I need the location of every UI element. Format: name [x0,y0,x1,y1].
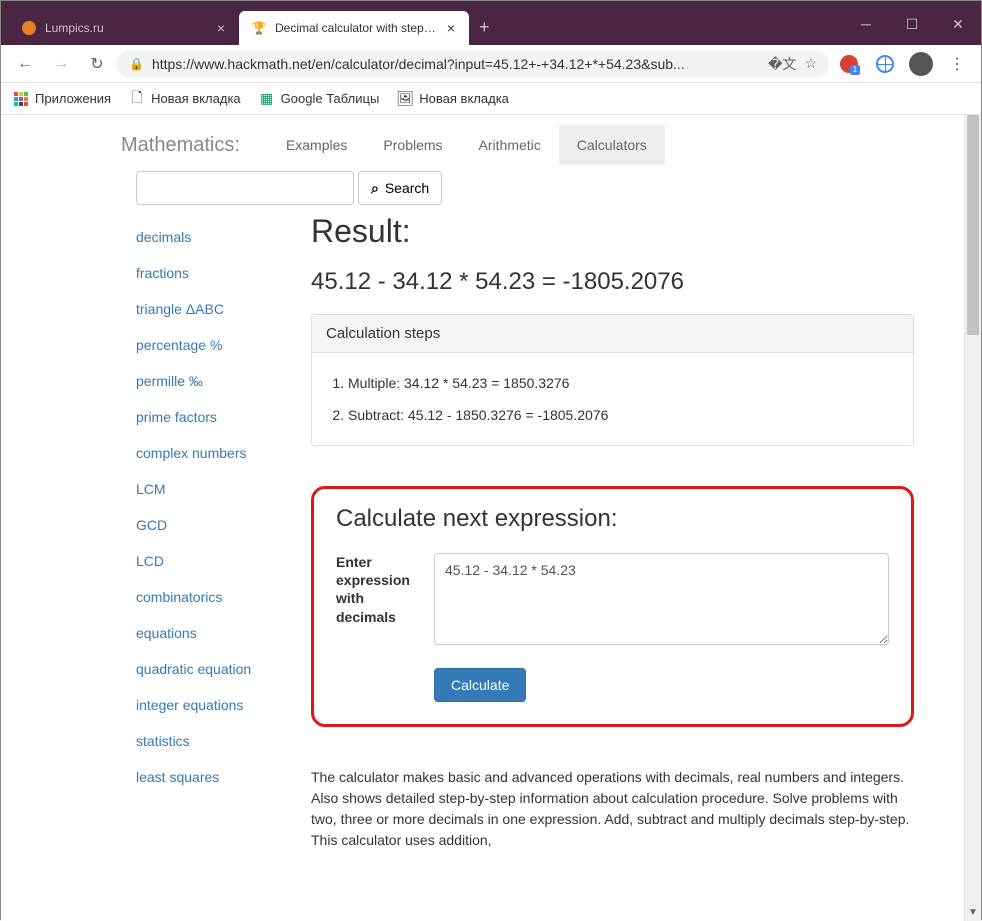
site-search-button[interactable]: ⌕ Search [358,171,442,205]
tab-title: Lumpics.ru [45,21,207,35]
result-expression: 45.12 - 34.12 * 54.23 = -1805.2076 [311,268,914,296]
calculator-description: The calculator makes basic and advanced … [311,767,914,851]
sidebar-item-lcd[interactable]: LCD [136,543,301,579]
sidebar-item-statistics[interactable]: statistics [136,723,301,759]
sidebar-item-decimals[interactable]: decimals [136,219,301,255]
sidebar-item-percentage[interactable]: percentage % [136,327,301,363]
profile-avatar[interactable] [905,48,937,80]
lock-icon: 🔒 [129,57,144,71]
favicon-orange-icon [21,20,37,36]
step-item: Subtract: 45.12 - 1850.3276 = -1805.2076 [348,399,895,431]
scroll-thumb[interactable] [967,115,979,335]
expression-label: Enter expression with decimals [336,553,418,626]
tab-close-icon[interactable]: × [215,18,227,38]
nav-reload-button[interactable]: ↻ [81,48,113,80]
sidebar-item-fractions[interactable]: fractions [136,255,301,291]
bookmarks-bar: Приложения 🗋 Новая вкладка ▦ Google Табл… [1,83,981,115]
expression-input[interactable] [434,553,889,645]
sidebar-item-integer-eq[interactable]: integer equations [136,687,301,723]
sidebar-item-least-squares[interactable]: least squares [136,759,301,795]
url-text: https://www.hackmath.net/en/calculator/d… [152,56,760,72]
step-item: Multiple: 34.12 * 54.23 = 1850.3276 [348,367,895,399]
sidebar-item-prime-factors[interactable]: prime factors [136,399,301,435]
sidebar-item-lcm[interactable]: LCM [136,471,301,507]
tab-strip: Lumpics.ru × 🏆 Decimal calculator with s… [1,9,981,45]
sidebar-item-equations[interactable]: equations [136,615,301,651]
steps-panel: Calculation steps Multiple: 34.12 * 54.2… [311,314,914,446]
bookmark-label: Google Таблицы [281,91,380,106]
page-icon: 🗋 [129,91,145,107]
star-icon[interactable]: ☆ [804,55,817,72]
window-maximize-button[interactable]: ☐ [889,9,935,39]
nav-back-button[interactable]: ← [9,48,41,80]
bookmark-label: Новая вкладка [419,91,509,106]
nav-tab-examples[interactable]: Examples [268,125,365,165]
tab-title: Decimal calculator with steps: 45 [275,21,437,35]
site-search-input[interactable] [136,171,354,205]
sidebar-item-gcd[interactable]: GCD [136,507,301,543]
apps-grid-icon [13,91,29,107]
nav-tab-calculators[interactable]: Calculators [559,125,665,165]
calculate-panel: Calculate next expression: Enter express… [311,486,914,727]
favicon-trophy-icon: 🏆 [251,20,267,36]
bookmark-item-2[interactable]: 🖼 Новая вкладка [397,91,509,107]
sidebar-item-permille[interactable]: permille ‰ [136,363,301,399]
site-nav: Mathematics: Examples Problems Arithmeti… [1,115,964,165]
calculate-button[interactable]: Calculate [434,668,526,702]
translate-icon[interactable]: �文 [768,54,796,74]
extension-1-icon[interactable] [833,48,865,80]
sidebar-item-complex-numbers[interactable]: complex numbers [136,435,301,471]
result-heading: Result: [311,213,914,250]
bookmark-label: Новая вкладка [151,91,241,106]
browser-menu-button[interactable]: ⋮ [941,48,973,80]
steps-heading: Calculation steps [312,315,913,353]
sidebar-item-quadratic[interactable]: quadratic equation [136,651,301,687]
sidebar-item-combinatorics[interactable]: combinatorics [136,579,301,615]
apps-label: Приложения [35,91,111,106]
tab-close-icon[interactable]: × [445,18,457,38]
scroll-down-arrow-icon[interactable]: ▼ [965,904,981,921]
extension-globe-icon[interactable] [869,48,901,80]
new-tab-button[interactable]: + [469,17,500,38]
site-brand: Mathematics: [121,134,240,157]
sidebar-item-triangle[interactable]: triangle ΔABC [136,291,301,327]
window-close-button[interactable]: ✕ [935,9,981,39]
sheets-icon: ▦ [259,91,275,107]
browser-tab-1[interactable]: 🏆 Decimal calculator with steps: 45 × [239,11,469,45]
sidebar: decimals fractions triangle ΔABC percent… [136,213,301,851]
vertical-scrollbar[interactable]: ▲ ▼ [964,115,981,921]
search-icon: ⌕ [371,180,379,197]
nav-forward-button[interactable]: → [45,48,77,80]
image-icon: 🖼 [397,91,413,107]
apps-button[interactable]: Приложения [13,91,111,107]
bookmark-item-0[interactable]: 🗋 Новая вкладка [129,91,241,107]
window-minimize-button[interactable]: ─ [843,9,889,39]
search-label: Search [385,180,429,196]
address-bar: ← → ↻ 🔒 https://www.hackmath.net/en/calc… [1,45,981,83]
browser-tab-0[interactable]: Lumpics.ru × [9,11,239,45]
calc-title: Calculate next expression: [336,505,889,533]
nav-tab-problems[interactable]: Problems [365,125,460,165]
nav-tab-arithmetic[interactable]: Arithmetic [461,125,559,165]
bookmark-item-1[interactable]: ▦ Google Таблицы [259,91,380,107]
url-input[interactable]: 🔒 https://www.hackmath.net/en/calculator… [117,50,829,78]
